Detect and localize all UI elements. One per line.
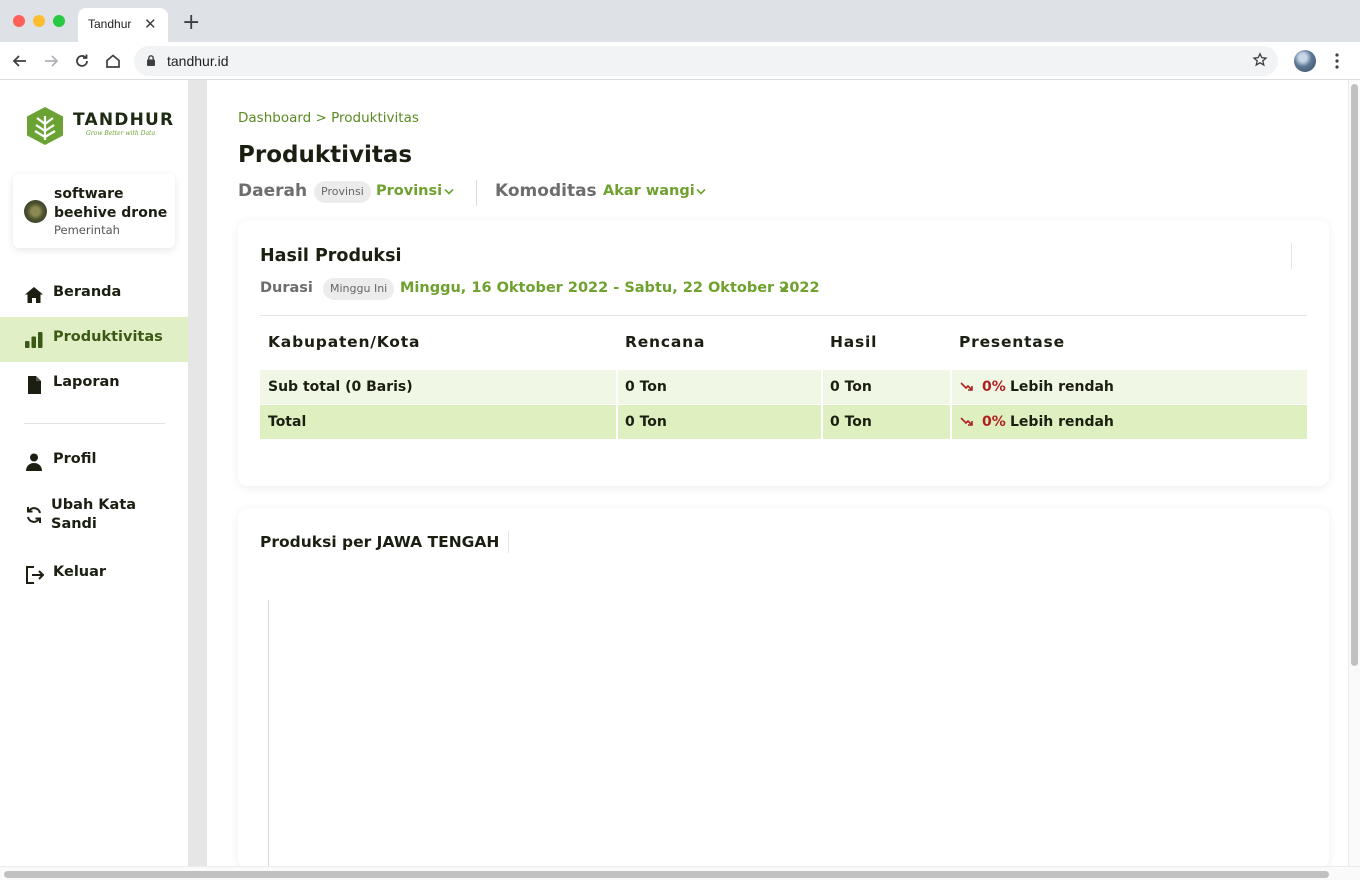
row-result: 0 Ton (830, 379, 872, 395)
sidebar-item-ubah-kata-sandi[interactable]: Ubah Kata Sandi (0, 492, 188, 537)
cell-divider (616, 370, 618, 404)
production-card (238, 220, 1329, 486)
region-level-pill: Provinsi (314, 181, 371, 203)
home-browser-icon[interactable] (104, 52, 122, 70)
sidebar-item-keluar[interactable]: Keluar (0, 552, 188, 597)
sidebar-item-profil[interactable]: Profil (0, 439, 188, 484)
close-tab-icon[interactable]: ✕ (144, 16, 157, 32)
row-percent-note: Lebih rendah (1010, 379, 1114, 395)
table-row-total: Total 0 Ton 0 Ton 0% Lebih rendah (260, 405, 1307, 439)
sidebar-item-beranda[interactable]: Beranda (0, 272, 188, 317)
row-name: Sub total (0 Baris) (268, 379, 413, 395)
horizontal-scroll-thumb[interactable] (4, 871, 1329, 878)
user-role: Pemerintah (54, 223, 120, 237)
column-header-rencana: Rencana (625, 333, 706, 351)
more-options-icon[interactable] (1335, 53, 1339, 69)
card-header-divider (1291, 243, 1292, 269)
row-result: 0 Ton (830, 414, 872, 430)
browser-tab[interactable]: Tandhur ✕ (78, 8, 168, 42)
new-tab-icon[interactable]: + (182, 12, 200, 34)
tandhur-logo-icon (27, 107, 63, 145)
duration-pill: Minggu Ini (323, 278, 395, 300)
sidebar-item-label: Keluar (53, 564, 107, 580)
cell-divider (821, 370, 823, 404)
close-window-button[interactable] (13, 15, 25, 27)
row-plan: 0 Ton (625, 414, 667, 430)
sidebar-item-laporan[interactable]: Laporan (0, 362, 188, 407)
chart-card (238, 508, 1329, 868)
cell-divider (950, 405, 952, 439)
tab-title: Tandhur (88, 17, 132, 31)
row-percent-note: Lebih rendah (1010, 414, 1114, 430)
filter-divider (476, 180, 477, 206)
sidebar-item-label: Produktivitas (53, 329, 163, 345)
reload-icon[interactable] (73, 52, 91, 70)
row-percent: 0% (982, 414, 1006, 430)
vertical-scroll-thumb[interactable] (1351, 84, 1358, 666)
cell-divider (616, 405, 618, 439)
chevron-down-icon[interactable] (696, 188, 706, 195)
column-header-presentase: Presentase (959, 333, 1065, 351)
column-header-hasil: Hasil (830, 333, 878, 351)
trend-down-icon (960, 417, 973, 426)
region-select[interactable]: Provinsi (376, 183, 442, 199)
url-text: tandhur.id (167, 53, 229, 69)
cell-divider (821, 405, 823, 439)
row-percent: 0% (982, 379, 1006, 395)
region-filter-label: Daerah (238, 181, 308, 201)
minimize-window-button[interactable] (33, 15, 45, 27)
browser-titlebar: Tandhur ✕ + (0, 0, 1360, 42)
sidebar-item-produktivitas[interactable]: Produktivitas (0, 317, 188, 362)
commodity-filter-label: Komoditas (495, 181, 597, 201)
duration-select[interactable]: Minggu, 16 Oktober 2022 - Sabtu, 22 Okto… (400, 280, 820, 296)
chart-y-axis (268, 600, 269, 866)
production-card-title: Hasil Produksi (260, 246, 402, 266)
sidebar-item-label: Laporan (53, 374, 120, 390)
lock-icon (147, 55, 155, 66)
sidebar-item-label: Ubah Kata Sandi (51, 497, 137, 532)
trend-down-icon (960, 382, 973, 391)
logout-icon (26, 566, 44, 584)
refresh-icon (27, 507, 41, 523)
brand-name: TANDHUR (73, 110, 175, 130)
address-bar[interactable]: tandhur.id (134, 46, 1278, 76)
chevron-down-icon[interactable] (444, 188, 454, 195)
brand-tagline: Grow Better with Data (86, 130, 156, 137)
table-row-subtotal: Sub total (0 Baris) 0 Ton 0 Ton 0% Lebih… (260, 370, 1307, 404)
user-card[interactable]: software beehive drone Pemerintah (13, 174, 175, 248)
sidebar-item-label: Beranda (53, 284, 122, 300)
cell-divider (950, 370, 952, 404)
row-plan: 0 Ton (625, 379, 667, 395)
home-icon (25, 287, 43, 303)
user-name: software beehive drone (54, 186, 168, 221)
back-icon[interactable] (11, 52, 29, 70)
maximize-window-button[interactable] (53, 15, 65, 27)
card-divider (260, 315, 1307, 316)
chart-card-title: Produksi per JAWA TENGAH (260, 533, 500, 551)
commodity-select[interactable]: Akar wangi (603, 183, 695, 199)
bookmark-star-icon[interactable] (1252, 52, 1268, 68)
page-title: Produktivitas (238, 142, 413, 168)
profile-avatar[interactable] (1294, 50, 1316, 72)
card-header-divider (508, 531, 509, 553)
breadcrumb[interactable]: Dashboard > Produktivitas (238, 110, 419, 126)
bar-chart-icon (25, 332, 43, 348)
browser-toolbar: tandhur.id (0, 42, 1360, 80)
user-avatar (24, 200, 47, 223)
person-icon (26, 453, 42, 471)
column-header-kabupaten: Kabupaten/Kota (268, 333, 421, 351)
duration-label: Durasi (260, 280, 313, 296)
row-name: Total (268, 414, 307, 430)
chevron-down-icon[interactable] (779, 285, 789, 292)
forward-icon[interactable] (42, 52, 60, 70)
horizontal-scrollbar[interactable] (0, 866, 1360, 880)
sidebar-item-label: Profil (53, 451, 97, 467)
sidebar-gutter (188, 80, 207, 866)
document-icon (28, 376, 41, 394)
vertical-scrollbar[interactable] (1348, 80, 1360, 866)
sidebar-divider (24, 423, 165, 424)
